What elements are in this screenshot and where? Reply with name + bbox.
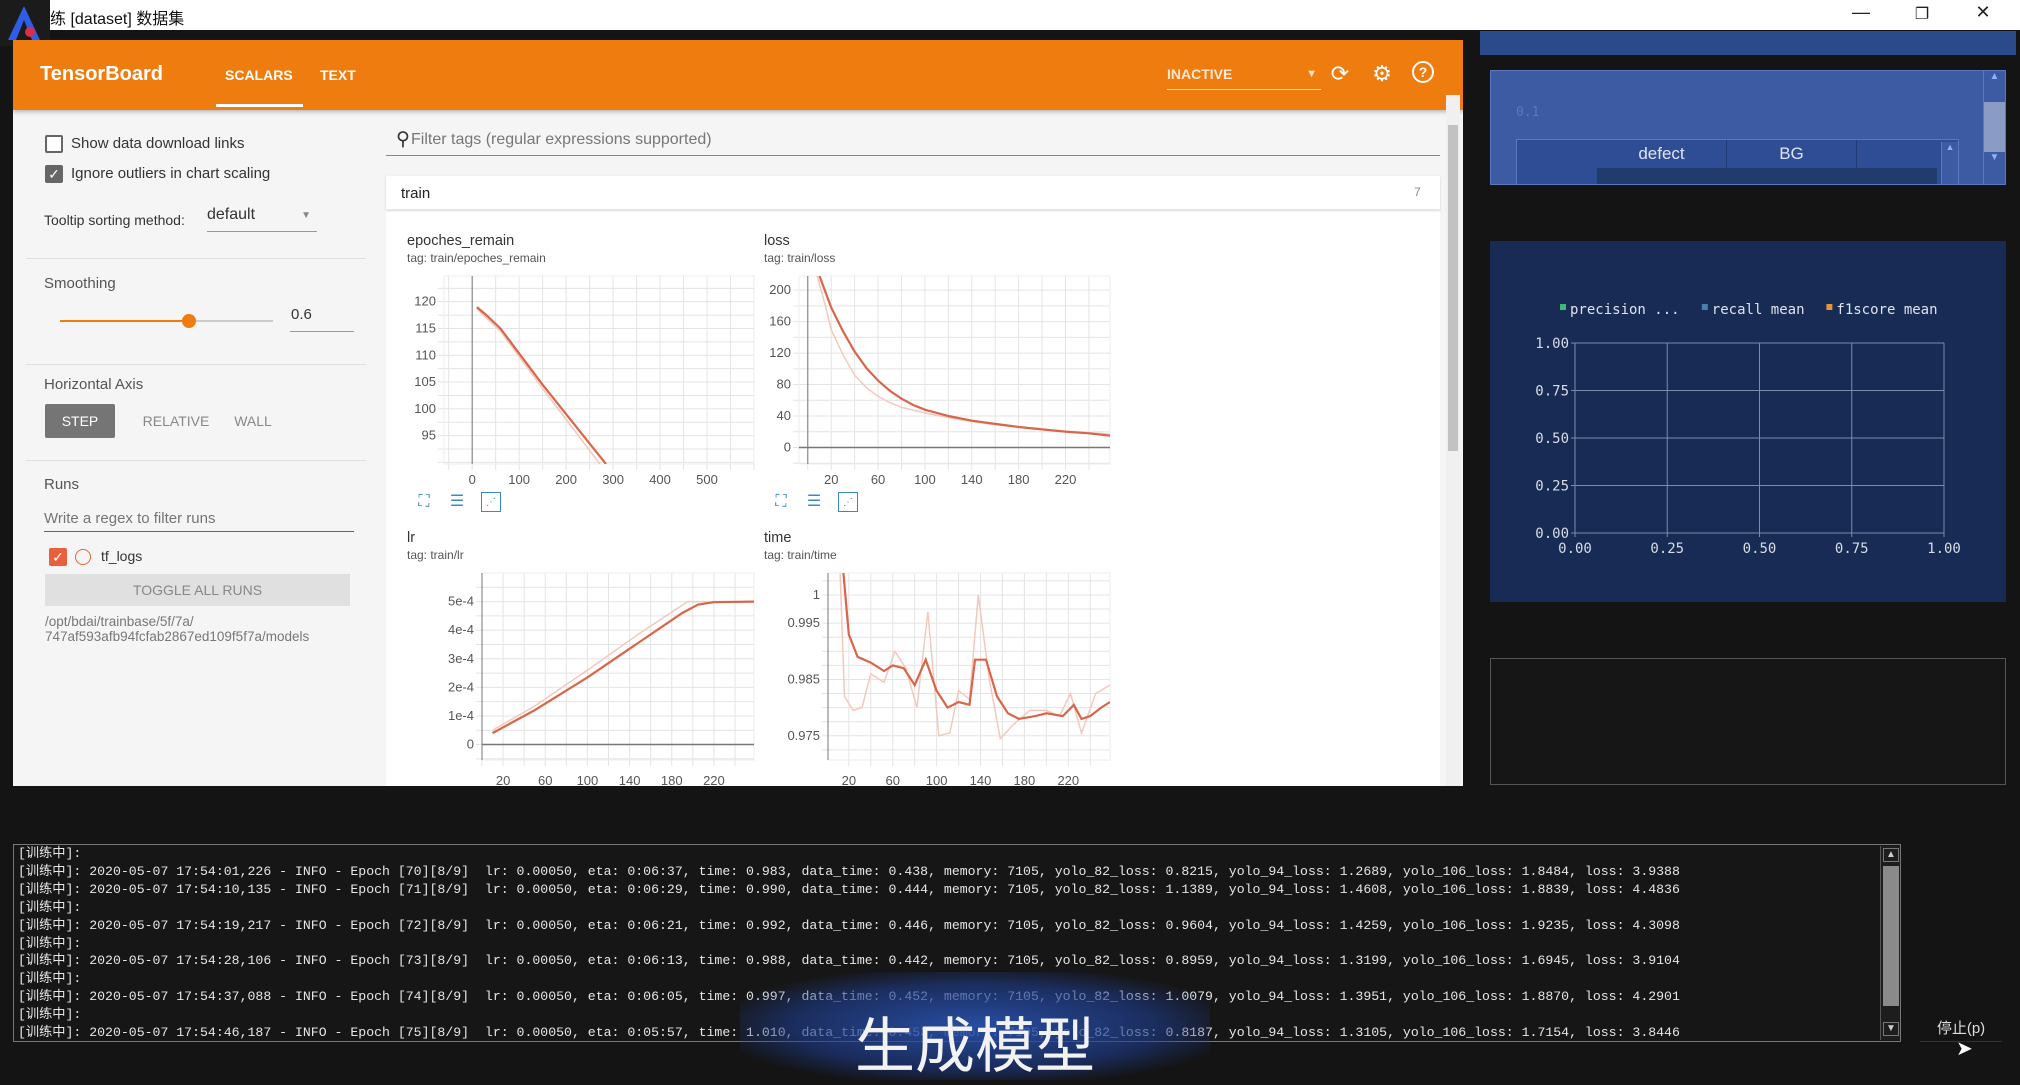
x-tick-label: 100: [577, 773, 599, 786]
smoothed-series-line: [818, 276, 1110, 437]
log-scrollbar[interactable]: ▲ ▼: [1880, 846, 1900, 1040]
log-line: [训练中]:: [18, 1007, 82, 1023]
y-tick-label: 4e-4: [448, 622, 474, 637]
x-tick-label: 100: [508, 472, 530, 487]
close-icon[interactable]: ✕: [1963, 2, 2003, 23]
scrollbar-thumb[interactable]: [1984, 102, 2005, 152]
x-tick-label: 500: [696, 472, 718, 487]
x-tick-label: 60: [871, 472, 885, 487]
y-tick-label: 120: [769, 345, 791, 360]
x-tick-label: 20: [842, 773, 856, 786]
minimize-icon[interactable]: —: [1841, 2, 1881, 23]
y-tick-label: 1: [813, 587, 820, 602]
x-tick-label: 220: [1055, 472, 1077, 487]
log-line: [训练中]: 2020-05-07 17:54:28,106 - INFO - …: [18, 953, 1680, 969]
y-tick-label: 115: [415, 320, 436, 335]
log-line: [训练中]: 2020-05-07 17:54:10,135 - INFO - …: [18, 881, 1680, 897]
faint-value: 0.1: [1516, 105, 1540, 120]
x-tick-label: 140: [970, 773, 992, 786]
right-panel-strip: [1480, 31, 2016, 55]
x-tick-label: 180: [661, 773, 683, 786]
y-tick-label: 1e-4: [448, 708, 474, 723]
log-line: [训练中]:: [18, 971, 82, 987]
log-line: [训练中]:: [18, 846, 82, 861]
y-tick-label: 120: [414, 294, 436, 309]
window-title: 练 [dataset] 数据集: [50, 11, 185, 28]
window-titlebar: 练 [dataset] 数据集 — ❐ ✕: [0, 0, 2020, 30]
y-tick-label: 0.975: [787, 728, 820, 743]
empty-panel: [1490, 658, 2006, 785]
x-tick-label: 100: [926, 773, 948, 786]
scroll-down-icon[interactable]: ▼: [1883, 1022, 1899, 1036]
x-tick-label: 100: [914, 472, 936, 487]
smoothed-series-line: [476, 306, 607, 464]
scalar-charts: 0 100 200 300 400 5009510010511011512020 60 100…: [414, 275, 1111, 786]
x-tick-label: 180: [1014, 773, 1036, 786]
y-tick-label: 5e-4: [448, 594, 474, 609]
y-tick-label: 3e-4: [448, 651, 474, 666]
x-tick-label: 60: [886, 773, 900, 786]
table-header-bg: BG: [1727, 140, 1857, 168]
y-tick-label: 80: [777, 377, 791, 392]
raw-series-line: [816, 276, 1110, 435]
smoothed-series-line: [491, 600, 754, 735]
y-tick-label: 105: [414, 374, 436, 389]
x-tick-label: 220: [703, 773, 725, 786]
log-line: [训练中]: 2020-05-07 17:54:19,217 - INFO - …: [18, 917, 1680, 933]
mouse-cursor-icon: ➤: [1956, 1038, 1973, 1060]
plot-area: [798, 275, 1111, 465]
x-tick-label: 200: [555, 472, 577, 487]
x-tick-label: 20: [496, 773, 510, 786]
y-tick-label: 0: [467, 737, 474, 752]
scrollbar-thumb[interactable]: [1883, 866, 1899, 1006]
log-line: [训练中]:: [18, 899, 82, 915]
panel-scrollbar[interactable]: ▲ ▼: [1983, 71, 2005, 184]
x-tick-label: 180: [1008, 472, 1030, 487]
x-tick-label: 300: [602, 472, 624, 487]
x-tick-label: 0: [469, 472, 476, 487]
y-tick-label: 95: [422, 428, 436, 443]
x-tick-label: 60: [538, 773, 552, 786]
tensorboard-window: TensorBoard SCALARS TEXT INACTIVE ▼ ⟳ ⚙ ?…: [13, 40, 1463, 786]
y-tick-label: 160: [769, 314, 791, 329]
x-tick-label: 20: [824, 472, 838, 487]
metrics-chart-panel: [1490, 241, 2006, 602]
table-row: [1597, 168, 1937, 184]
y-tick-label: 0: [784, 439, 791, 454]
metrics-table-panel: 0.1 defect BG ▲ ▲ ▼: [1490, 70, 2006, 185]
metrics-table: defect BG ▲: [1516, 139, 1959, 184]
log-line: [训练中]:: [18, 935, 82, 951]
y-tick-label: 110: [415, 347, 436, 362]
raw-series-line: [839, 573, 1110, 741]
y-tick-label: 2e-4: [448, 679, 474, 694]
x-tick-label: 400: [649, 472, 671, 487]
table-scrollbar[interactable]: ▲: [1941, 142, 1958, 184]
y-tick-label: 0.985: [787, 671, 820, 686]
y-tick-label: 0.995: [787, 615, 820, 630]
y-tick-label: 200: [769, 282, 791, 297]
video-subtitle: 生成模型: [855, 1012, 1095, 1082]
restore-icon[interactable]: ❐: [1902, 4, 1942, 24]
x-tick-label: 140: [961, 472, 983, 487]
log-line: [训练中]: 2020-05-07 17:54:01,226 - INFO - …: [18, 863, 1680, 879]
x-tick-label: 140: [619, 773, 641, 786]
x-tick-label: 220: [1057, 773, 1079, 786]
table-header-defect: defect: [1597, 140, 1727, 168]
y-tick-label: 40: [777, 408, 791, 423]
scroll-up-icon[interactable]: ▲: [1883, 848, 1899, 862]
y-tick-label: 100: [414, 401, 436, 416]
